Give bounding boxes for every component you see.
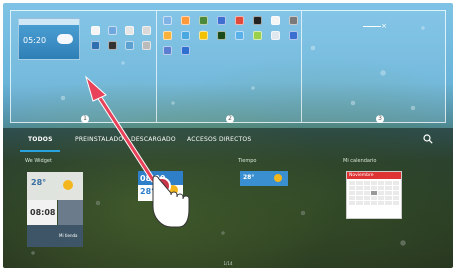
drag-gesture-overlay <box>85 75 190 228</box>
launcher-screen: 05:20 × 1 2 3 TODOS PREINSTALADO DESCARG… <box>3 3 453 268</box>
hand-pointer-icon <box>152 175 190 228</box>
drag-arrow-icon <box>85 75 156 183</box>
